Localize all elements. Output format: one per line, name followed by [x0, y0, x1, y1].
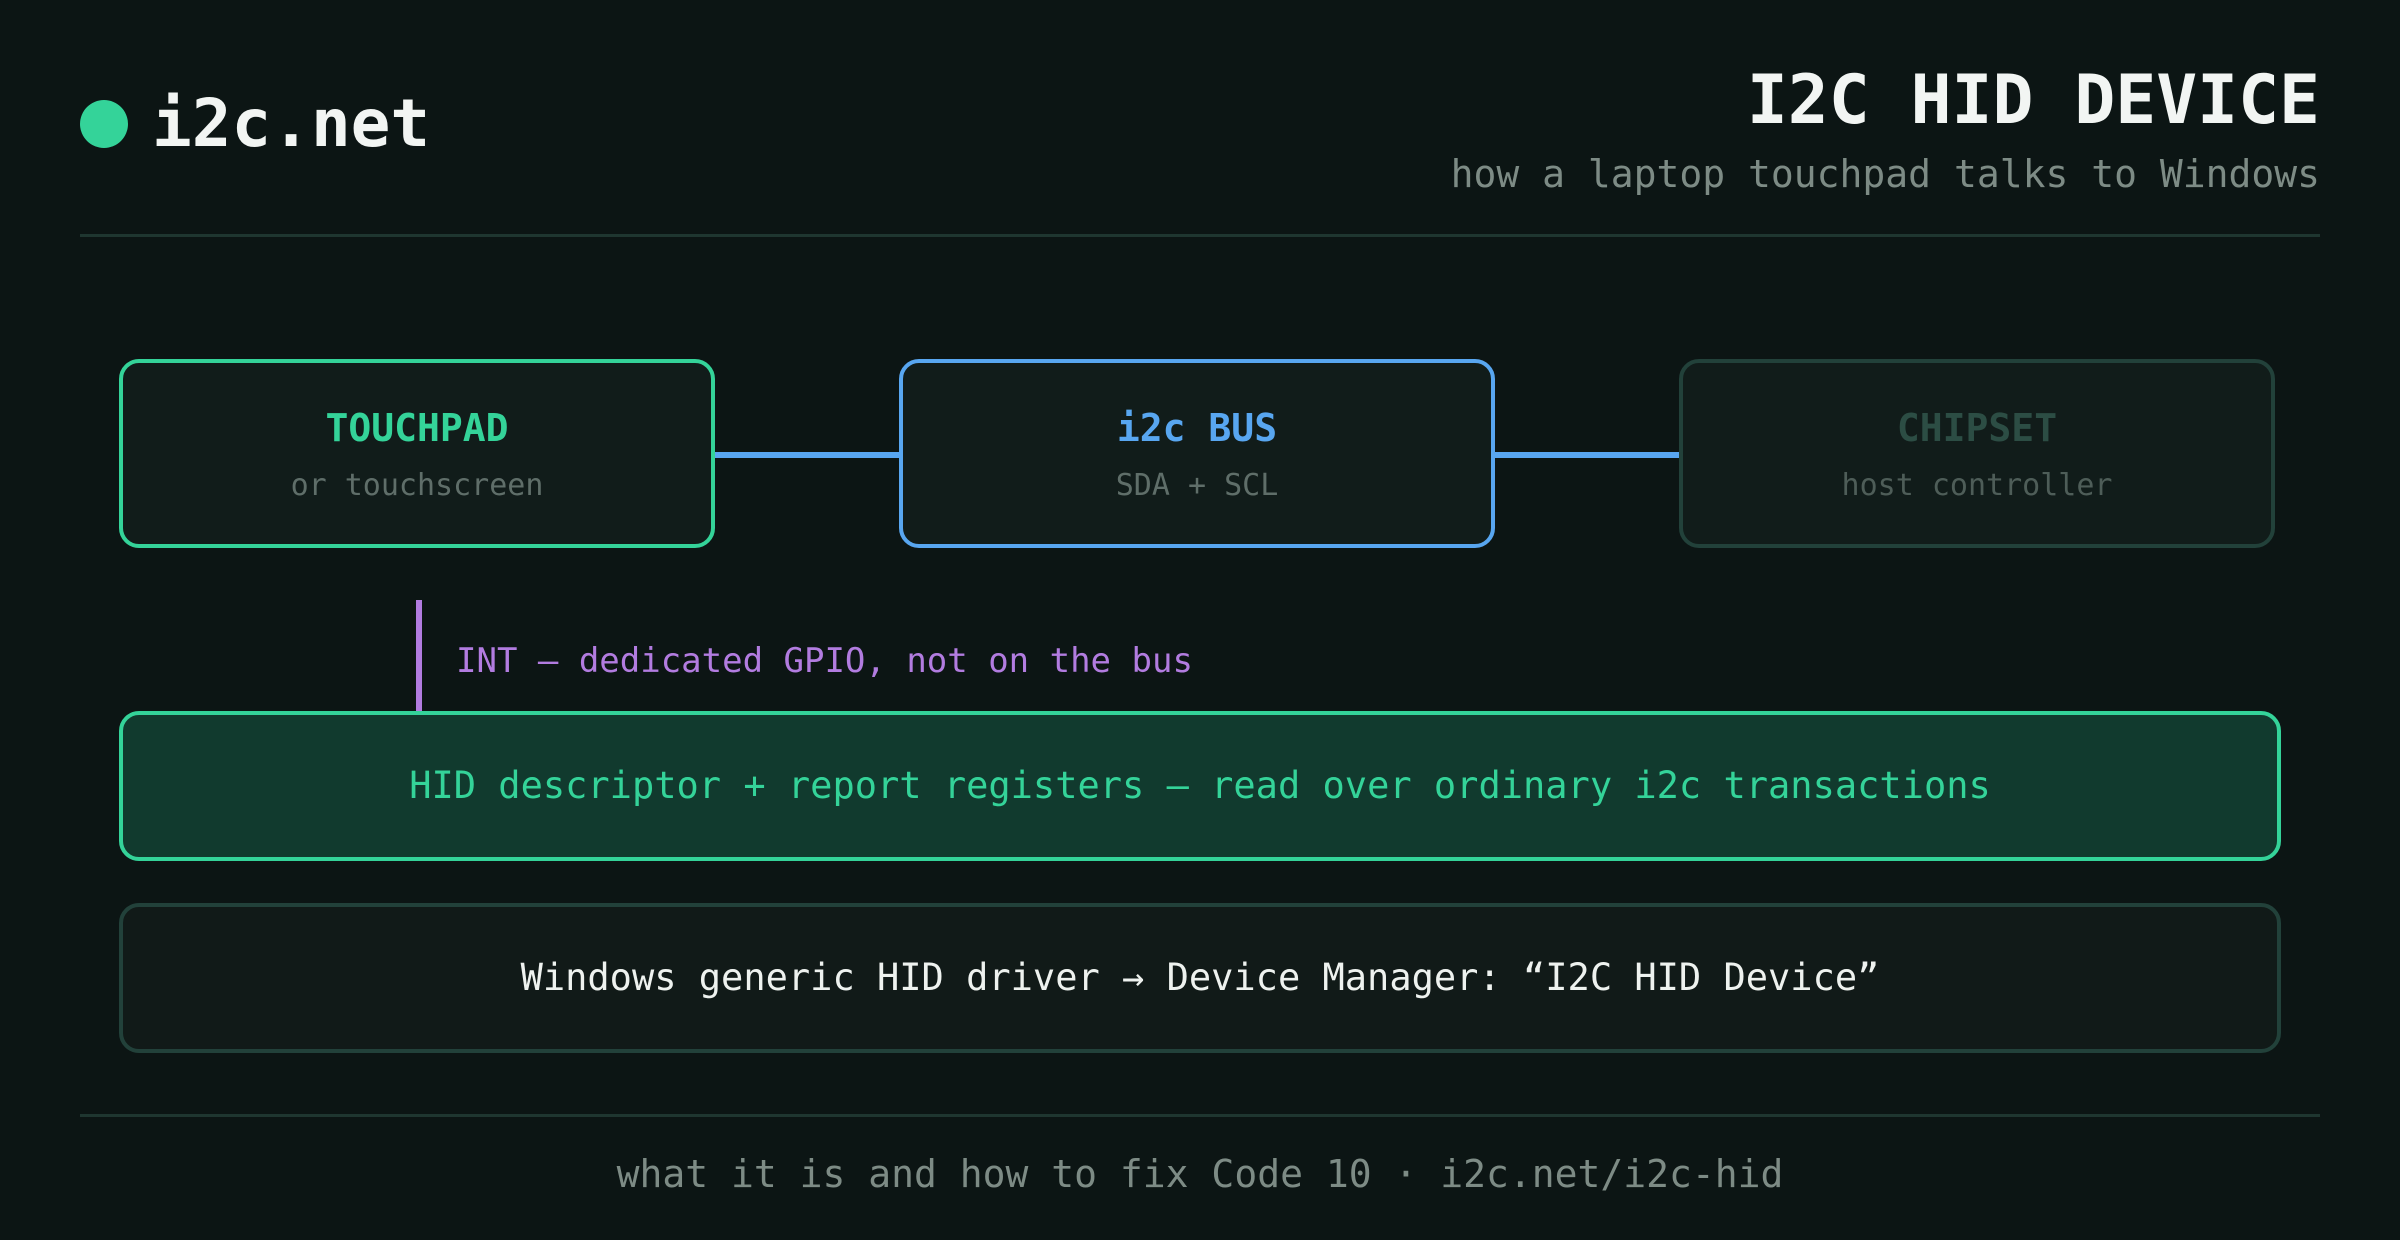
header-divider: [80, 234, 2320, 237]
touchpad-bus-connector: [715, 452, 899, 458]
touchpad-node-subtitle: or touchscreen: [290, 468, 544, 503]
footer-divider: [80, 1114, 2320, 1117]
i2c-bus-node-subtitle: SDA + SCL: [1115, 468, 1279, 503]
brand-logo-dot: [80, 100, 128, 148]
page-title: I2C HID DEVICE: [1746, 61, 2320, 140]
hid-registers-band: HID descriptor + report registers — read…: [119, 711, 2281, 861]
interrupt-label: INT — dedicated GPIO, not on the bus: [456, 641, 1193, 681]
windows-driver-band: Windows generic HID driver → Device Mana…: [119, 903, 2281, 1053]
touchpad-node: TOUCHPAD or touchscreen: [119, 359, 715, 548]
page-subtitle: how a laptop touchpad talks to Windows: [1450, 152, 2320, 196]
bus-chipset-connector: [1495, 452, 1679, 458]
brand-name: i2c.net: [152, 85, 431, 162]
footer-text: what it is and how to fix Code 10 · i2c.…: [616, 1152, 1784, 1196]
chipset-node: CHIPSET host controller: [1679, 359, 2275, 548]
chipset-node-title: CHIPSET: [1896, 406, 2058, 450]
interrupt-line: [416, 600, 422, 714]
chipset-node-subtitle: host controller: [1841, 468, 2113, 503]
touchpad-node-title: TOUCHPAD: [325, 406, 509, 450]
i2c-bus-node: i2c BUS SDA + SCL: [899, 359, 1495, 548]
i2c-bus-node-title: i2c BUS: [1116, 406, 1278, 450]
